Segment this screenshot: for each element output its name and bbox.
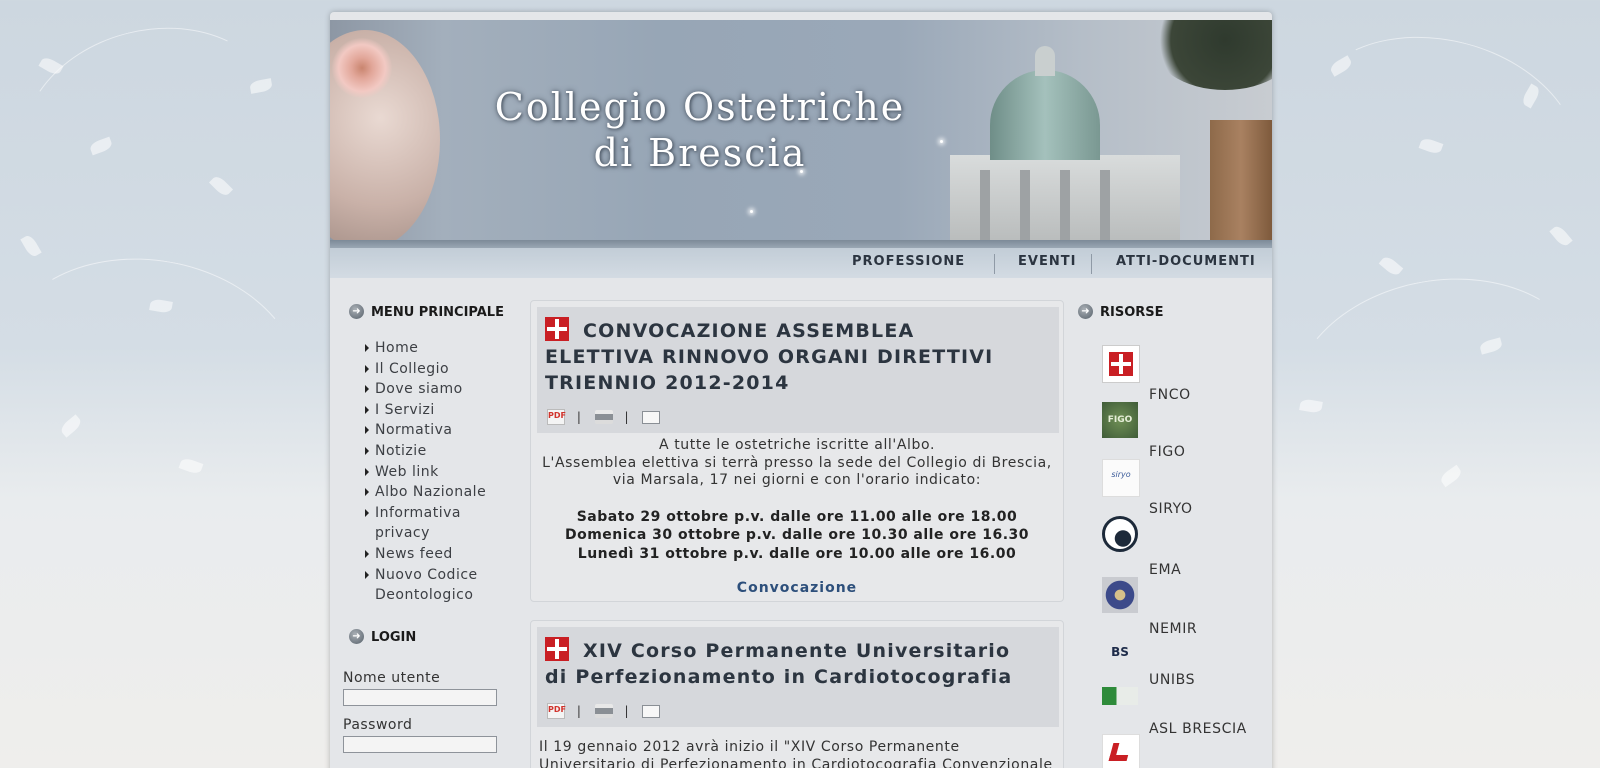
sparkle-icon (800, 170, 803, 173)
menu-item-news-feed[interactable]: News feed (365, 544, 525, 565)
unibs-logo-icon: BS (1111, 645, 1129, 659)
article-convocazione: CONVOCAZIONE ASSEMBLEA ELETTIVA RINNOVO … (530, 300, 1064, 602)
menu-item-i-servizi[interactable]: I Servizi (365, 400, 525, 421)
session-date: Sabato 29 ottobre p.v. dalle ore 11.00 a… (576, 508, 1018, 525)
convocazione-link[interactable]: Convocazione (539, 580, 1055, 598)
article-header: CONVOCAZIONE ASSEMBLEA ELETTIVA RINNOVO … (537, 307, 1059, 433)
menu-principale-heading: ➜ MENU PRINCIPALE (349, 304, 504, 320)
banner-flower-image (332, 38, 392, 98)
ema-logo-icon (1102, 516, 1138, 552)
fnco-logo-icon (1102, 345, 1140, 383)
top-navigation: PROFESSIONE EVENTI ATTI-DOCUMENTI (330, 248, 1272, 278)
session-date: Domenica 30 ottobre p.v. dalle ore 10.30… (564, 527, 1030, 543)
resource-label: FIGO (1149, 444, 1186, 460)
resource-logo-icon (1102, 734, 1140, 768)
asl-logo-icon (1102, 687, 1138, 705)
banner-dome-image (990, 70, 1100, 160)
print-icon[interactable] (594, 704, 613, 718)
nav-separator (994, 254, 995, 274)
menu-item-home[interactable]: Home (365, 338, 525, 359)
siryo-logo-icon: siryo (1102, 459, 1140, 497)
arrow-circle-icon: ➜ (349, 629, 364, 644)
menu-item-informativa-privacy[interactable]: Informativa privacy (365, 503, 485, 544)
nav-eventi[interactable]: EVENTI (1018, 254, 1076, 269)
nav-atti-documenti[interactable]: ATTI-DOCUMENTI (1116, 254, 1256, 269)
username-input[interactable] (343, 689, 497, 706)
article-tools: PDF | | (547, 409, 668, 425)
menu-item-web-link[interactable]: Web link (365, 462, 525, 483)
page-container: Collegio Ostetriche di Brescia PROFESSIO… (330, 12, 1272, 768)
resource-label: EMA (1149, 562, 1182, 578)
fnco-logo-icon (545, 637, 569, 661)
banner-tree-image (1150, 20, 1272, 90)
password-input[interactable] (343, 736, 497, 753)
menu-item-normativa[interactable]: Normativa (365, 420, 525, 441)
nemir-logo-icon (1102, 577, 1138, 613)
article-text: L'Assemblea elettiva si terrà presso la … (542, 454, 1052, 489)
resource-label: NEMIR (1149, 621, 1198, 637)
menu-item-notizie[interactable]: Notizie (365, 441, 525, 462)
menu-item-dove-siamo[interactable]: Dove siamo (365, 379, 525, 400)
arrow-circle-icon: ➜ (349, 304, 364, 319)
article-header: XIV Corso Permanente Universitario di Pe… (537, 627, 1059, 727)
password-label: Password (343, 717, 413, 733)
menu-item-nuovo-codice-deontologico[interactable]: Nuovo Codice Deontologico (365, 565, 505, 606)
risorse-heading: ➜ RISORSE (1078, 304, 1164, 320)
nav-professione[interactable]: PROFESSIONE (852, 254, 965, 269)
nav-separator (1091, 254, 1092, 274)
banner-border (330, 240, 1272, 248)
site-title: Collegio Ostetriche di Brescia (480, 84, 920, 176)
figo-logo-icon: FIGO (1102, 402, 1138, 438)
fnco-logo-icon (545, 317, 569, 341)
article-tools: PDF | | (547, 703, 668, 719)
print-icon[interactable] (594, 410, 613, 424)
article-body: A tutte le ostetriche iscritte all'Albo.… (539, 437, 1055, 598)
resource-label: SIRYO (1149, 501, 1193, 517)
article-title[interactable]: XIV Corso Permanente Universitario di Pe… (545, 637, 1025, 690)
sparkle-icon (750, 210, 753, 213)
article-title[interactable]: CONVOCAZIONE ASSEMBLEA ELETTIVA RINNOVO … (545, 317, 1015, 396)
sparkle-icon (940, 140, 943, 143)
main-menu: Home Il Collegio Dove siamo I Servizi No… (365, 338, 525, 606)
pdf-icon[interactable]: PDF (547, 703, 566, 719)
header-banner[interactable]: Collegio Ostetriche di Brescia (330, 20, 1272, 240)
arrow-circle-icon: ➜ (1078, 304, 1093, 319)
pdf-icon[interactable]: PDF (547, 409, 566, 425)
resource-label: ASL BRESCIA (1149, 721, 1247, 737)
menu-item-albo-nazionale[interactable]: Albo Nazionale (365, 482, 525, 503)
article-corso-cardiotocografia: XIV Corso Permanente Universitario di Pe… (530, 620, 1064, 768)
login-heading: ➜ LOGIN (349, 629, 416, 645)
menu-item-il-collegio[interactable]: Il Collegio (365, 359, 525, 380)
banner-tower-image (1210, 120, 1272, 240)
session-date: Lunedì 31 ottobre p.v. dalle ore 10.00 a… (577, 545, 1017, 562)
banner-dome-lantern (1035, 46, 1055, 76)
site-title-line2: di Brescia (593, 131, 807, 175)
resource-label: UNIBS (1149, 672, 1196, 688)
username-label: Nome utente (343, 670, 441, 686)
email-icon[interactable] (642, 704, 661, 718)
site-title-line1: Collegio Ostetriche (494, 85, 906, 129)
resource-label: FNCO (1149, 387, 1191, 403)
article-text: A tutte le ostetriche iscritte all'Albo. (658, 437, 935, 453)
article-body: Il 19 gennaio 2012 avrà inizio il "XIV C… (539, 739, 1053, 768)
email-icon[interactable] (642, 410, 661, 424)
